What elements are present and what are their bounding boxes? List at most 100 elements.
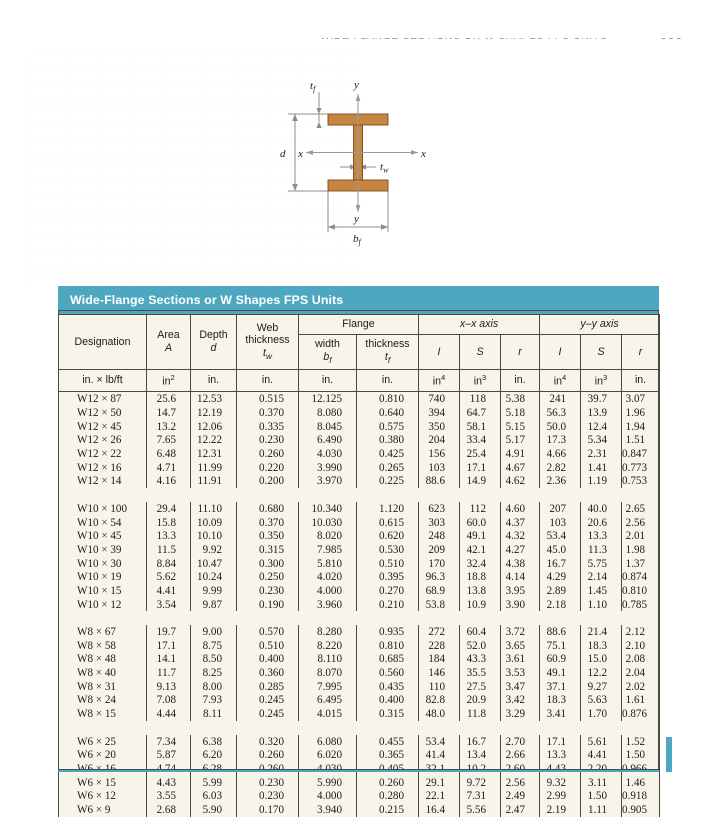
cell-value: 14.1 [146,652,191,667]
cell-designation: W6 × 15 [58,775,147,790]
cell-value: 8.11 [190,707,237,721]
cell-value: 9.92 [190,543,237,557]
cell-value: 1.46 [621,775,661,790]
cell-value: 0.315 [356,707,419,721]
table-row: W8 × 24 7.08 7.93 0.245 6.495 0.400 82.8 20.9 3.… [58,693,661,708]
cell-value: 6.38 [190,734,237,749]
cell-value: 88.6 [418,474,460,489]
cell-value: 10.24 [190,570,237,585]
header-x-axis-group: x–x axis [417,314,541,335]
cell-designation: W10 × 15 [58,584,147,598]
figure-label-tf: tf [310,80,317,94]
cell-value: 0.918 [621,789,661,804]
cell-value: 17.1 [539,734,582,749]
cell-value: 1.61 [621,693,661,708]
cell-value: 4.32 [499,529,541,544]
header-y-r: r [621,333,661,371]
cell-value: 2.49 [499,789,541,804]
cell-value: 394 [418,406,460,420]
header-flange-thickness: thickness tf [356,333,419,371]
cell-value: 3.940 [298,803,357,817]
cell-value: 4.030 [298,447,357,461]
cell-value: 35.5 [459,666,501,680]
cell-value: 0.935 [356,625,419,639]
table-row: W6 × 9 2.68 5.90 0.170 3.940 0.215 16.4 5.56 2.4… [58,803,661,817]
cell-value: 29.4 [146,501,191,516]
cell-value: 0.360 [236,666,299,680]
cell-value: 22.1 [418,789,460,804]
cell-value: 13.8 [459,584,501,598]
cell-value: 13.3 [580,529,623,544]
cell-value: 13.3 [146,529,191,544]
cell-value: 1.52 [621,734,661,749]
cell-value: 42.1 [459,543,501,557]
cell-value: 18.3 [580,638,623,653]
cell-value: 0.190 [236,597,299,612]
cell-value: 3.41 [539,707,582,721]
cell-value: 0.270 [356,584,419,598]
cell-value: 18.8 [459,570,501,585]
cell-value: 0.810 [356,638,419,653]
cell-value: 0.455 [356,734,419,749]
cell-value: 53.8 [418,597,460,612]
cell-value: 56.3 [539,406,582,420]
cell-value: 8.080 [298,406,357,420]
cell-value: 5.38 [499,391,541,407]
cell-value: 0.260 [236,762,299,776]
cell-value: 16.7 [459,734,501,749]
cell-value: 13.3 [539,748,582,763]
cell-value: 0.230 [236,775,299,790]
table-row: W8 × 48 14.1 8.50 0.400 8.110 0.685 184 43.3 3.6… [58,652,661,667]
table-row: W8 × 31 9.13 8.00 0.285 7.995 0.435 110 27.5 3.4… [58,679,661,694]
header-units-row: in. × lb/ft in2 in. in. in. in. in4 in3 … [58,369,661,393]
cell-value: 52.0 [459,638,501,653]
table-body: W12 × 87 25.6 12.53 0.515 12.125 0.810 740 118 5… [57,391,661,817]
cell-value: 156 [418,447,460,461]
cell-value: 10.10 [190,529,237,544]
cell-value: 0.570 [236,625,299,639]
cell-designation: W10 × 12 [58,597,147,612]
figure-label-y-top: y [353,79,359,91]
cell-value: 0.400 [356,693,419,708]
cell-value: 0.680 [236,501,299,516]
cell-value: 0.515 [236,391,299,407]
cell-value: 11.91 [190,474,237,489]
cell-value: 0.260 [356,775,419,790]
running-header-page-number: 605 [660,38,683,42]
cell-value: 6.28 [190,762,237,776]
cell-value: 7.93 [190,693,237,708]
table-row: W6 × 15 4.43 5.99 0.230 5.990 0.260 29.1 9.72 2.… [58,775,661,790]
cell-value: 10.09 [190,515,237,530]
cell-value: 0.876 [621,707,661,721]
cell-value: 8.50 [190,652,237,667]
cell-value: 2.47 [499,803,541,817]
cell-value: 25.4 [459,447,501,461]
cell-value: 0.335 [236,419,299,434]
cell-value: 3.72 [499,625,541,639]
cell-designation: W6 × 16 [58,762,147,776]
cell-value: 4.015 [298,707,357,721]
table-bottom-rule [58,770,659,773]
cell-value: 0.285 [236,679,299,694]
cell-value: 12.31 [190,447,237,461]
cell-value: 0.280 [356,789,419,804]
cell-value: 1.41 [580,460,623,475]
cell-value: 68.9 [418,584,460,598]
cell-value: 48.0 [418,707,460,721]
cell-value: 8.045 [298,419,357,434]
cell-value: 146 [418,666,460,680]
cell-value: 17.3 [539,433,582,448]
cell-value: 11.7 [146,666,191,680]
figure-label-x-left: x [297,148,303,160]
cell-designation: W6 × 25 [58,734,147,749]
cell-value: 40.0 [580,501,623,516]
table-row: W12 × 26 7.65 12.22 0.230 6.490 0.380 204 33.4 5… [58,433,661,448]
cell-value: 9.99 [190,584,237,598]
cell-value: 8.75 [190,638,237,653]
cell-value: 10.2 [459,762,501,776]
cell-value: 37.1 [539,679,582,694]
cell-value: 3.07 [621,391,661,407]
cell-value: 33.4 [459,433,501,448]
cell-value: 17.1 [459,460,501,475]
cell-value: 8.220 [298,638,357,653]
